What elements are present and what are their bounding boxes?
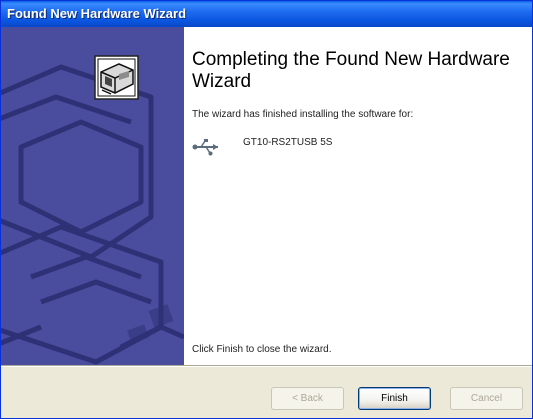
hardware-wizard-icon <box>94 55 139 100</box>
cancel-button[interactable]: Cancel <box>450 387 523 410</box>
wizard-main-panel: Completing the Found New Hardware Wizard… <box>192 27 528 365</box>
device-name: GT10-RS2TUSB 5S <box>243 137 333 148</box>
install-description: The wizard has finished installing the s… <box>192 109 414 120</box>
finish-instruction: Click Finish to close the wizard. <box>192 344 332 355</box>
usb-icon <box>192 137 222 157</box>
footer-divider <box>1 365 532 367</box>
wizard-sidebar-banner <box>1 27 184 365</box>
back-button[interactable]: < Back <box>271 387 344 410</box>
wizard-content: Completing the Found New Hardware Wizard… <box>1 27 532 365</box>
wizard-window: Found New Hardware Wizard Completing the… <box>0 0 533 419</box>
finish-button[interactable]: Finish <box>358 387 431 410</box>
page-title: Completing the Found New Hardware Wizard <box>192 49 510 92</box>
title-bar[interactable]: Found New Hardware Wizard <box>1 1 532 27</box>
